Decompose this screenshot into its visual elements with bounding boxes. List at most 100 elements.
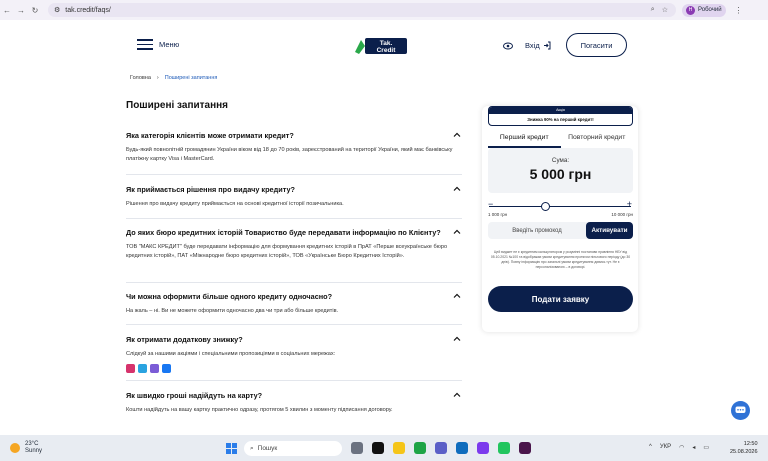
breadcrumb: Головна › Поширені запитання <box>130 75 217 81</box>
profile-button[interactable]: Н Робочий <box>682 3 726 17</box>
menu-button[interactable]: Меню <box>137 39 179 50</box>
faq-answer: ТОВ "МАКС КРЕДИТ" буде передавати інформ… <box>126 244 448 259</box>
clock-time: 12:50 <box>743 441 758 447</box>
sum-display: Сума: 5 000 грн <box>488 148 633 193</box>
forward-icon[interactable]: → <box>14 6 28 15</box>
weather-temp: 23°C <box>25 441 39 447</box>
activate-button[interactable]: Активувати <box>586 222 633 239</box>
promo-banner: Акція Знижка 90% на перший кредит! <box>488 106 633 126</box>
submit-application-button[interactable]: Подати заявку <box>488 286 633 312</box>
login-link[interactable]: Вхід <box>503 41 551 50</box>
chevron-up-icon[interactable] <box>452 291 462 301</box>
chevron-up-icon[interactable] <box>452 184 462 194</box>
faq-item[interactable]: Як швидко гроші надійдуть на карту? Кошт… <box>126 390 462 415</box>
windows-start-icon[interactable] <box>226 443 237 454</box>
faq-item[interactable]: Як приймається рішення про видачу кредит… <box>126 184 462 209</box>
volume-icon[interactable]: ◂ <box>692 444 695 451</box>
login-label: Вхід <box>525 41 540 50</box>
divider <box>126 324 462 325</box>
browser-menu-icon[interactable]: ⋮ <box>732 6 746 15</box>
app-icon[interactable] <box>456 442 468 454</box>
site-info-icon[interactable]: ⚙ <box>54 6 60 14</box>
tab-repeat-loan[interactable]: Повторний кредит <box>561 134 634 148</box>
terminal-icon[interactable] <box>372 442 384 454</box>
faq-item[interactable]: Чи можна оформити більше одного кредиту … <box>126 291 462 316</box>
viber-icon[interactable] <box>150 363 159 373</box>
file-explorer-icon[interactable] <box>393 442 405 454</box>
telegram-icon[interactable] <box>138 363 147 373</box>
chevron-up-icon[interactable]: ^ <box>649 444 652 451</box>
faq-question[interactable]: До яких бюро кредитних історій Товариств… <box>126 228 441 237</box>
divider <box>126 218 462 219</box>
slider-handle[interactable] <box>541 202 550 211</box>
slider-track[interactable] <box>489 206 631 207</box>
logo-text-1: Tak. <box>380 40 393 47</box>
faq-question[interactable]: Як приймається рішення про видачу кредит… <box>126 185 295 194</box>
faq-item[interactable]: До яких бюро кредитних історій Товариств… <box>126 227 462 260</box>
chevron-up-icon[interactable] <box>452 227 462 237</box>
promo-code-row: Введіть промокод Активувати <box>488 222 633 239</box>
sum-value: 5 000 грн <box>529 166 592 182</box>
back-icon[interactable]: ← <box>0 6 14 15</box>
faq-answer: Рішення про видачу кредиту приймається н… <box>126 201 344 207</box>
app-icon[interactable] <box>477 442 489 454</box>
system-tray: ^ УКР ◠ ◂ ▭ <box>649 444 709 451</box>
bookmark-star-icon[interactable]: ☆ <box>662 6 668 14</box>
faq-question[interactable]: Яка категорія клієнтів може отримати кре… <box>126 131 294 140</box>
faq-question[interactable]: Чи можна оформити більше одного кредиту … <box>126 292 332 301</box>
logo[interactable]: Tak. Credit <box>353 36 409 56</box>
zoom-icon[interactable]: ⌕ <box>651 6 655 14</box>
address-bar[interactable]: ⚙ tak.credit/faqs/ ⌕ ☆ <box>48 3 676 17</box>
taskbar-apps <box>351 442 531 454</box>
app-icon[interactable] <box>498 442 510 454</box>
faq-answer: Слідкуй за нашими акціями і спеціальними… <box>126 351 336 357</box>
taskbar-search[interactable]: ⌕ Пошук <box>244 441 342 456</box>
loan-type-tabs: Перший кредит Повторний кредит <box>488 134 633 148</box>
repay-button[interactable]: Погасити <box>566 33 627 57</box>
site-header: Меню Tak. Credit Вхід Погасити <box>0 32 768 60</box>
wifi-icon[interactable]: ◠ <box>679 444 684 451</box>
web-page: Меню Tak. Credit Вхід Погасити Головна ›… <box>0 20 768 435</box>
plus-icon[interactable]: + <box>627 199 632 209</box>
avatar: Н <box>686 5 695 15</box>
faq-question[interactable]: Як отримати додаткову знижку? <box>126 335 243 344</box>
breadcrumb-current: Поширені запитання <box>164 75 218 81</box>
divider <box>126 282 462 283</box>
battery-icon[interactable]: ▭ <box>703 444 709 451</box>
loan-calculator: Акція Знижка 90% на перший кредит! Перши… <box>482 106 638 332</box>
weather-condition: Sunny <box>25 448 43 455</box>
chevron-up-icon[interactable] <box>452 390 462 400</box>
url-text: tak.credit/faqs/ <box>65 6 111 14</box>
tab-first-loan[interactable]: Перший кредит <box>488 134 561 148</box>
chrome-icon[interactable] <box>414 442 426 454</box>
faq-question[interactable]: Як швидко гроші надійдуть на карту? <box>126 391 262 400</box>
chevron-up-icon[interactable] <box>452 130 462 140</box>
faq-item[interactable]: Як отримати додаткову знижку? Слідкуй за… <box>126 334 462 373</box>
language-indicator[interactable]: УКР <box>660 444 671 451</box>
chat-icon <box>735 406 746 413</box>
faq-item[interactable]: Яка категорія клієнтів може отримати кре… <box>126 130 462 163</box>
promo-code-input[interactable]: Введіть промокод <box>488 228 586 234</box>
chat-button[interactable] <box>731 401 750 420</box>
faq-answer: На жаль – ні. Ви не можете оформити одно… <box>126 308 339 314</box>
facebook-icon[interactable] <box>162 363 171 373</box>
instagram-icon[interactable] <box>126 363 135 373</box>
sun-icon <box>10 443 20 454</box>
reload-icon[interactable]: ↻ <box>28 6 42 15</box>
clock-date: 25.08.2026 <box>730 448 758 455</box>
chevron-up-icon[interactable] <box>452 334 462 344</box>
amount-slider[interactable]: − + <box>488 199 632 212</box>
promo-badge: Акція <box>489 107 632 114</box>
breadcrumb-home[interactable]: Головна <box>130 75 151 81</box>
search-label: Пошук <box>257 445 278 452</box>
max-amount: 10 000 грн <box>611 212 633 217</box>
social-links <box>126 363 462 373</box>
clock[interactable]: 12:50 25.08.2026 <box>730 441 758 456</box>
task-view-icon[interactable] <box>351 442 363 454</box>
browser-toolbar: ← → ↻ ⚙ tak.credit/faqs/ ⌕ ☆ Н Робочий ⋮ <box>0 0 768 20</box>
minus-icon[interactable]: − <box>488 199 493 209</box>
slack-icon[interactable] <box>519 442 531 454</box>
weather-widget[interactable]: 23°C Sunny <box>10 441 42 455</box>
teams-icon[interactable] <box>435 442 447 454</box>
login-icon <box>543 41 551 50</box>
